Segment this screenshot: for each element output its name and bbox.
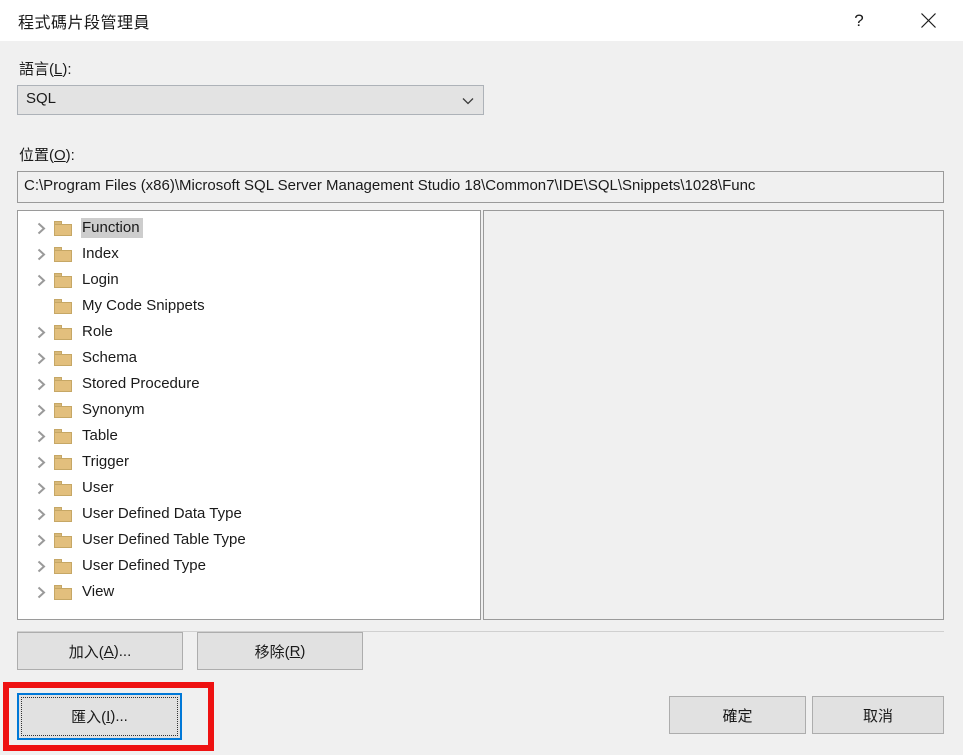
folder-icon (54, 376, 72, 392)
folder-icon (54, 220, 72, 236)
tree-item[interactable]: My Code Snippets (18, 293, 480, 319)
language-label-prefix: 語言( (19, 61, 54, 78)
highlight-annotation (3, 682, 214, 751)
location-label-suffix: ): (65, 147, 75, 164)
folder-icon (54, 584, 72, 600)
folder-icon (54, 298, 72, 314)
chevron-right-icon[interactable] (30, 397, 52, 423)
chevron-right-icon[interactable] (30, 579, 52, 605)
chevron-right-icon[interactable] (30, 267, 52, 293)
remove-button-accelerator: R (289, 642, 301, 660)
chevron-down-icon (462, 98, 474, 105)
remove-button-prefix: 移除( (254, 643, 290, 661)
tree-item-label: Trigger (82, 453, 129, 470)
tree-item[interactable]: Login (18, 267, 480, 293)
tree-item[interactable]: Trigger (18, 449, 480, 475)
cancel-button[interactable]: 取消 (812, 696, 944, 734)
location-path-value: C:\Program Files (x86)\Microsoft SQL Ser… (24, 177, 756, 194)
tree-item-label: Table (82, 427, 118, 444)
folder-icon (54, 324, 72, 340)
add-button-suffix: )... (113, 642, 132, 660)
chevron-right-icon[interactable] (30, 371, 52, 397)
tree-item[interactable]: User Defined Type (18, 553, 480, 579)
tree-item-label: Index (82, 245, 119, 262)
chevron-right-icon[interactable] (30, 553, 52, 579)
chevron-right-icon[interactable] (30, 241, 52, 267)
tree-item-label: User Defined Type (82, 557, 206, 574)
chevron-right-icon[interactable] (30, 475, 52, 501)
tree-item-spacer (30, 293, 52, 319)
page-title: 程式碼片段管理員 (18, 15, 151, 32)
folder-icon (54, 428, 72, 444)
tree-list: Function Index Login My Code Snippets Role Sc… (18, 215, 480, 605)
folder-icon (54, 558, 72, 574)
folder-icon (54, 480, 72, 496)
tree-item[interactable]: User (18, 475, 480, 501)
folder-icon (54, 506, 72, 522)
tree-item-label: Schema (82, 349, 138, 366)
close-icon (920, 13, 936, 28)
tree-item[interactable]: View (18, 579, 480, 605)
chevron-right-icon[interactable] (30, 319, 52, 345)
tree-item[interactable]: User Defined Data Type (18, 501, 480, 527)
chevron-right-icon[interactable] (30, 423, 52, 449)
location-label: 位置(O): (19, 144, 75, 165)
help-button[interactable]: ? (836, 0, 882, 41)
tree-item-label: User Defined Table Type (82, 531, 246, 548)
tree-item[interactable]: Table (18, 423, 480, 449)
language-label: 語言(L): (19, 58, 72, 79)
snippets-manager-dialog: 程式碼片段管理員 ? 語言(L): SQL 位置(O): C:\Program … (0, 0, 963, 755)
language-label-suffix: ): (62, 61, 72, 78)
tree-item-label: User (82, 479, 114, 496)
chevron-right-icon[interactable] (30, 527, 52, 553)
close-button[interactable] (905, 0, 951, 41)
folder-icon (54, 402, 72, 418)
folder-icon (54, 272, 72, 288)
location-label-accelerator: O (54, 147, 66, 164)
tree-item-label: Role (82, 323, 113, 340)
location-label-prefix: 位置( (19, 147, 54, 164)
tree-item[interactable]: Stored Procedure (18, 371, 480, 397)
add-button-accelerator: A (103, 642, 114, 660)
folder-icon (54, 454, 72, 470)
folder-icon (54, 246, 72, 262)
chevron-right-icon[interactable] (30, 345, 52, 371)
folder-icon (54, 350, 72, 366)
location-path-field[interactable]: C:\Program Files (x86)\Microsoft SQL Ser… (17, 171, 944, 203)
tree-item-label: Function (81, 218, 143, 238)
chevron-right-icon[interactable] (30, 501, 52, 527)
language-combobox-value: SQL (26, 90, 57, 107)
question-mark-icon: ? (854, 10, 864, 30)
tree-item[interactable]: Role (18, 319, 480, 345)
chevron-right-icon[interactable] (30, 215, 52, 241)
tree-item[interactable]: Index (18, 241, 480, 267)
snippet-folder-tree[interactable]: Function Index Login My Code Snippets Role Sc… (17, 210, 481, 620)
ok-button[interactable]: 確定 (669, 696, 806, 734)
chevron-right-icon[interactable] (30, 449, 52, 475)
remove-button[interactable]: 移除(R) (197, 632, 363, 670)
folder-icon (54, 532, 72, 548)
tree-item[interactable]: Synonym (18, 397, 480, 423)
add-button-prefix: 加入( (68, 643, 104, 661)
tree-item-label: Login (82, 271, 119, 288)
tree-item-label: Stored Procedure (82, 375, 200, 392)
tree-item[interactable]: Schema (18, 345, 480, 371)
tree-item-label: My Code Snippets (82, 297, 205, 314)
tree-item-label: Synonym (82, 401, 145, 418)
title-bar: 程式碼片段管理員 ? (0, 0, 963, 41)
add-button[interactable]: 加入(A)... (17, 632, 183, 670)
tree-item[interactable]: User Defined Table Type (18, 527, 480, 553)
snippet-detail-pane (483, 210, 944, 620)
tree-item-label: View (82, 583, 115, 600)
tree-item[interactable]: Function (18, 215, 480, 241)
tree-item-label: User Defined Data Type (82, 505, 242, 522)
remove-button-suffix: ) (300, 642, 306, 660)
language-combobox[interactable]: SQL (17, 85, 484, 115)
